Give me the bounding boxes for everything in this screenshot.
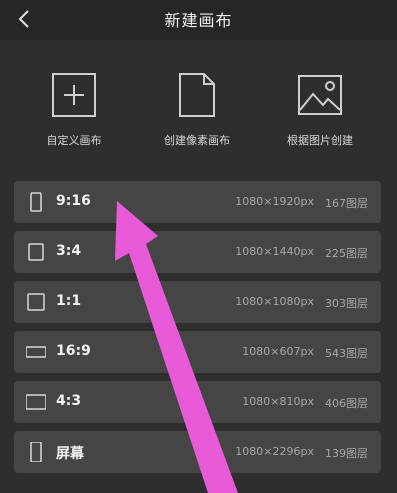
preset-layers: 225图层 [325,247,368,260]
preset-row-4-3[interactable]: 4:3 1080×810px 406图层 [14,381,381,423]
from-image-label: 根据图片创建 [287,134,353,147]
preset-ratio: 9:16 [56,193,91,209]
preset-size: 1080×2296px [235,445,314,458]
preset-ratio: 屏幕 [56,446,84,462]
preset-row-screen[interactable]: 屏幕 1080×2296px 139图层 [14,431,381,473]
preset-layers: 543图层 [325,347,368,360]
preset-ratio: 3:4 [56,243,82,259]
plus-square-icon [52,73,96,117]
custom-canvas-label: 自定义画布 [46,134,102,147]
preset-size: 1080×810px [242,395,314,408]
preset-layers: 406图层 [325,397,368,410]
landscape-rect-icon [26,394,46,410]
document-icon [179,73,215,117]
preset-row-1-1[interactable]: 1:1 1080×1080px 303图层 [14,281,381,323]
preset-size: 1080×1440px [235,245,314,258]
pixel-canvas-label: 创建像素画布 [164,134,230,147]
portrait-rect-icon [28,243,44,261]
from-image-button[interactable]: 根据图片创建 [255,60,385,148]
image-icon [298,75,342,115]
square-icon [27,293,45,311]
preset-size: 1080×607px [242,345,314,358]
portrait-rect-icon [30,192,42,212]
phone-screen-icon [30,442,42,462]
preset-ratio: 4:3 [56,393,82,409]
creation-options: 自定义画布 创建像素画布 根据图片创建 [0,60,397,170]
preset-ratio: 1:1 [56,293,82,309]
preset-row-9-16[interactable]: 9:16 1080×1920px 167图层 [14,181,381,223]
preset-row-16-9[interactable]: 16:9 1080×607px 543图层 [14,331,381,373]
custom-canvas-button[interactable]: 自定义画布 [9,60,139,148]
page-title: 新建画布 [164,11,233,30]
top-bar: 新建画布 [0,0,397,40]
landscape-rect-icon [26,346,46,358]
preset-row-3-4[interactable]: 3:4 1080×1440px 225图层 [14,231,381,273]
pixel-canvas-button[interactable]: 创建像素画布 [132,60,262,148]
preset-ratio: 16:9 [56,343,91,359]
preset-layers: 303图层 [325,297,368,310]
preset-layers: 167图层 [325,197,368,210]
preset-size: 1080×1920px [235,195,314,208]
preset-layers: 139图层 [325,447,368,460]
preset-size: 1080×1080px [235,295,314,308]
